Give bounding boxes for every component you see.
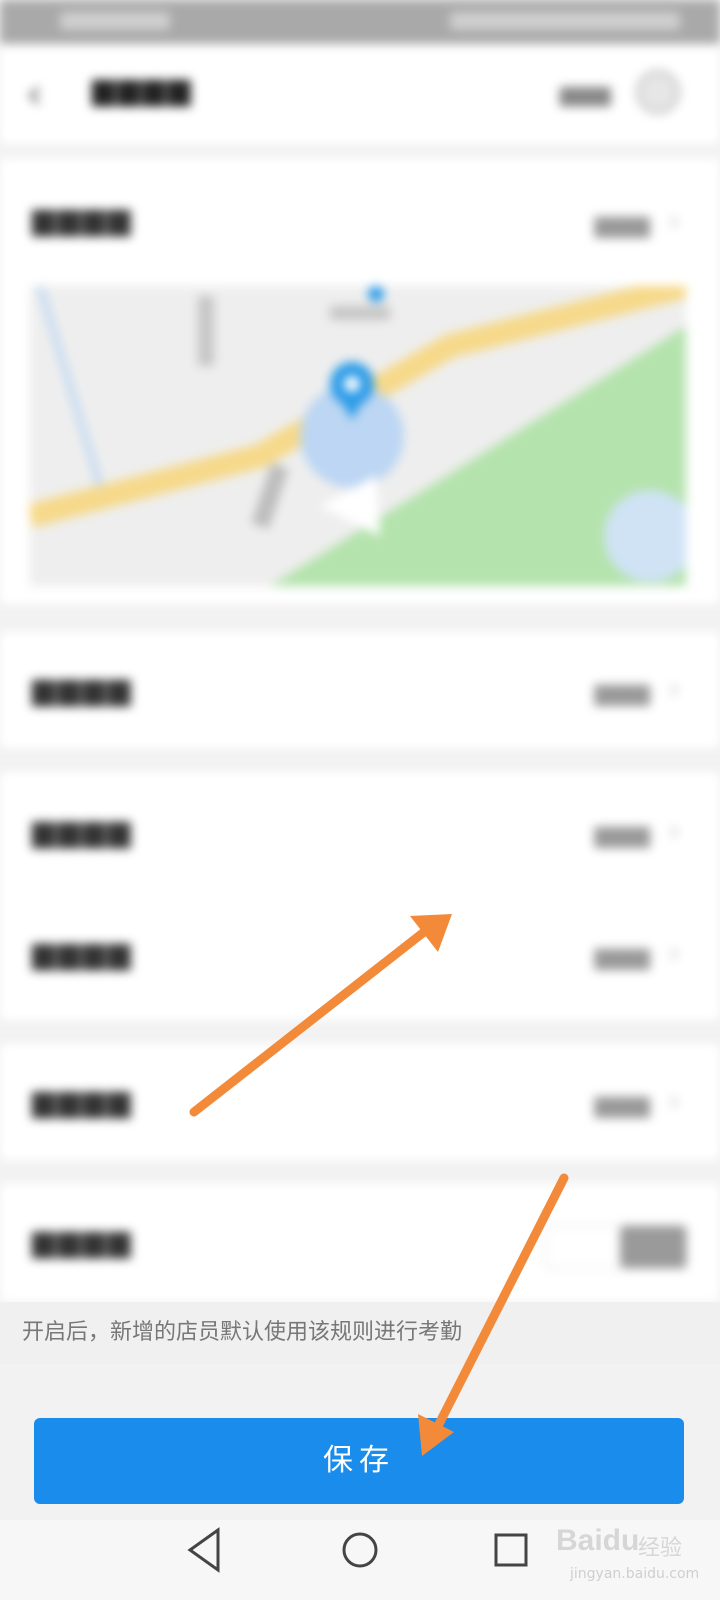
default-rule-toggle[interactable] — [544, 1224, 688, 1270]
default-rule-card: ▆▆▆▆ — [0, 1184, 720, 1302]
status-left — [60, 12, 170, 30]
appbar-action[interactable]: ▆▆▆ — [560, 82, 611, 107]
location-row-label: ▆▆▆▆ — [32, 202, 133, 237]
work-end-value: ▆▆▆ — [594, 942, 650, 970]
watermark-suffix: 经验 — [638, 1536, 683, 1561]
hint-text: 开启后，新增的店员默认使用该规则进行考勤 — [22, 1320, 463, 1345]
triangle-back-icon[interactable] — [187, 1527, 220, 1573]
chevron-right-icon[interactable]: › — [669, 814, 680, 847]
status-bar — [0, 0, 720, 44]
watermark: Baidu 经验 jingyan.baidu.com — [540, 1524, 699, 1584]
screen: ‹ ▆▆▆▆ ▆▆▆ ▆▆▆▆ ▆▆▆ › ▆▆▆▆ ▆▆▆ › ▆▆▆▆ ▆▆… — [0, 0, 720, 1600]
watermark-brand: Baidu — [556, 1524, 640, 1557]
work-start-label: ▆▆▆▆ — [32, 814, 133, 849]
watermark-url: jingyan.baidu.com — [570, 1566, 700, 1582]
back-arrow-icon[interactable]: ‹ — [26, 73, 66, 115]
settings-icon[interactable] — [636, 70, 680, 114]
chevron-right-icon[interactable]: › — [669, 204, 680, 237]
location-map[interactable] — [30, 286, 686, 586]
work-start-value: ▆▆▆ — [594, 820, 650, 848]
toggle-knob — [620, 1226, 686, 1268]
map-svg — [30, 286, 686, 586]
save-button[interactable]: 保存 — [34, 1418, 684, 1504]
location-card: ▆▆▆▆ ▆▆▆ › — [0, 158, 720, 604]
default-rule-label: ▆▆▆▆ — [32, 1224, 133, 1259]
app-bar: ‹ ▆▆▆▆ ▆▆▆ — [0, 44, 720, 144]
chevron-right-icon[interactable]: › — [669, 936, 680, 969]
wifi-card[interactable]: ▆▆▆▆ ▆▆▆ › — [0, 632, 720, 748]
staff-card[interactable]: ▆▆▆▆ ▆▆▆ › — [0, 1044, 720, 1160]
chevron-right-icon[interactable]: › — [669, 672, 680, 705]
chevron-right-icon[interactable]: › — [669, 1084, 680, 1117]
hint-bar: 开启后，新增的店员默认使用该规则进行考勤 — [0, 1302, 720, 1364]
square-recents-icon[interactable] — [494, 1533, 528, 1567]
wifi-row-value: ▆▆▆ — [594, 678, 650, 706]
wifi-row-label: ▆▆▆▆ — [32, 672, 133, 707]
blurred-content: ‹ ▆▆▆▆ ▆▆▆ ▆▆▆▆ ▆▆▆ › ▆▆▆▆ ▆▆▆ › ▆▆▆▆ ▆▆… — [0, 0, 720, 1302]
circle-home-icon[interactable] — [342, 1532, 378, 1568]
location-row-value: ▆▆▆ — [594, 210, 650, 238]
status-right — [450, 12, 680, 30]
time-card: ▆▆▆▆ ▆▆▆ › ▆▆▆▆ ▆▆▆ › — [0, 772, 720, 1020]
work-end-label: ▆▆▆▆ — [32, 936, 133, 971]
staff-row-label: ▆▆▆▆ — [32, 1084, 133, 1119]
staff-row-value: ▆▆▆ — [594, 1090, 650, 1118]
page-title: ▆▆▆▆ — [92, 72, 193, 107]
